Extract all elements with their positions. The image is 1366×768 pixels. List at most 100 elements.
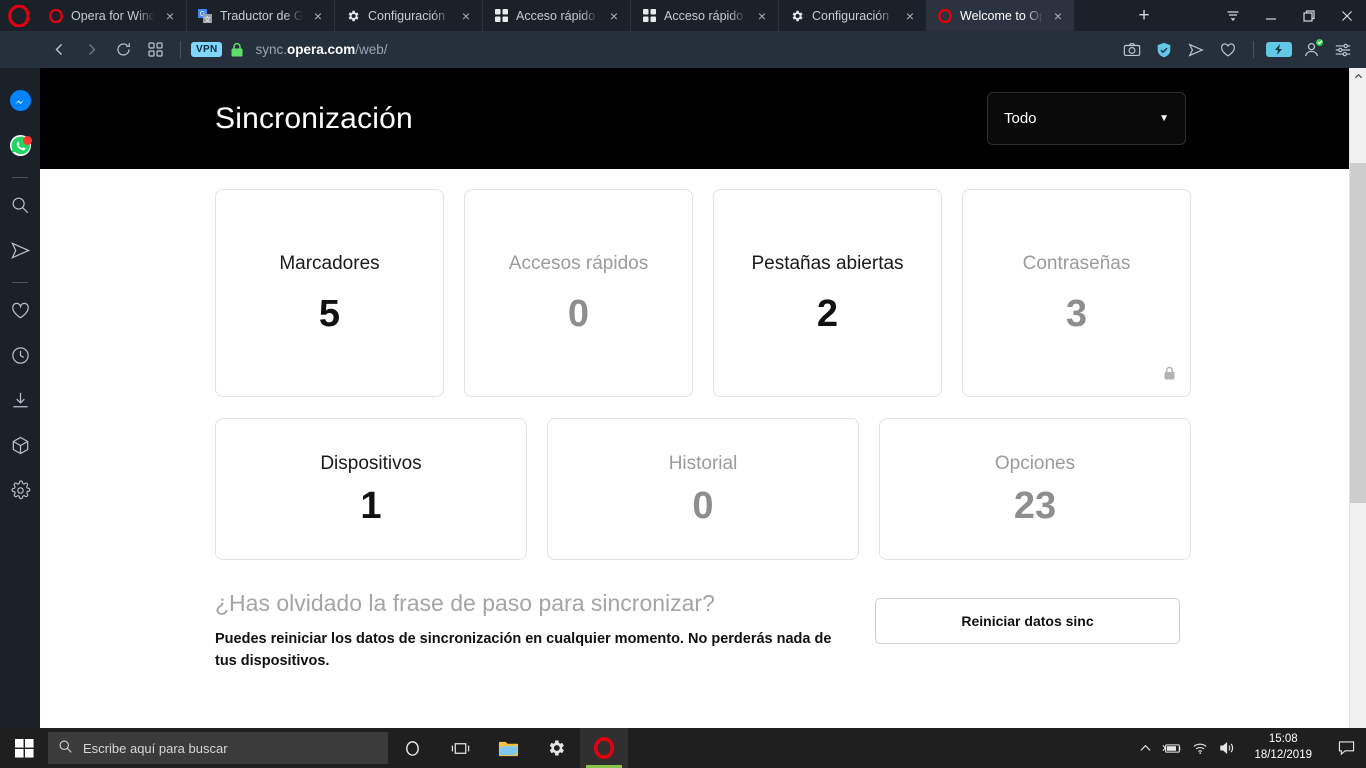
sidebar-item-downloads[interactable] [0,380,40,425]
address-bar-actions [1117,36,1358,64]
settings-gear-icon [10,479,31,506]
tab-title: Opera for Windows [71,8,155,23]
windows-taskbar: Escribe aquí para buscar 15:08 18/12/201… [0,728,1366,768]
page-title: Sincronización [215,101,413,135]
close-icon[interactable]: × [606,8,622,24]
volume-icon[interactable] [1219,741,1236,755]
close-icon[interactable]: × [162,8,178,24]
sidebar-item-whatsapp[interactable] [0,125,40,170]
extensions-cube-icon [10,435,31,461]
sidebar-item-messenger[interactable] [0,80,40,125]
sidebar-item-settings[interactable] [0,470,40,515]
window-controls [1214,0,1366,31]
tab-traductor-de-google[interactable]: G 文 Traductor de Google × [186,0,334,31]
card-value: 5 [318,293,341,336]
close-icon[interactable]: × [310,8,326,24]
card-value: 3 [1065,293,1088,336]
restore-icon[interactable] [1290,0,1328,31]
history-clock-icon [10,345,31,371]
tab-acceso-rapido-2[interactable]: Acceso rápido × [630,0,778,31]
tab-title: Welcome to Opera [960,8,1043,23]
profile-icon[interactable] [1296,36,1326,64]
sidebar-item-favorites[interactable] [0,290,40,335]
search-icon [10,195,30,220]
opera-browser-window: Opera for Windows × G 文 Traductor de Goo… [0,0,1366,768]
sidebar-item-extensions[interactable] [0,425,40,470]
tab-configuracion-2[interactable]: Configuración × [778,0,926,31]
forward-arrow-icon [76,36,106,64]
task-view-icon[interactable] [436,728,484,768]
close-icon[interactable]: × [1050,8,1066,24]
tab-configuracion-1[interactable]: Configuración × [334,0,482,31]
sidebar-item-history[interactable] [0,335,40,380]
divider [180,41,181,58]
settings-gear-icon[interactable] [532,728,580,768]
easy-setup-icon[interactable] [1328,36,1358,64]
reload-icon[interactable] [108,36,138,64]
card-historial[interactable]: Historial 0 [547,418,859,560]
show-hidden-icons-icon[interactable] [1139,742,1152,755]
taskbar-search-input[interactable]: Escribe aquí para buscar [48,732,388,764]
tab-opera-for-windows[interactable]: Opera for Windows × [38,0,186,31]
padlock-icon[interactable] [230,42,244,58]
battery-icon[interactable] [1162,742,1182,755]
svg-text:文: 文 [204,14,211,23]
sidebar-item-send[interactable] [0,230,40,275]
sync-filter-value: Todo [1004,110,1037,127]
file-explorer-icon[interactable] [484,728,532,768]
send-to-devices-icon[interactable] [1181,36,1211,64]
battery-saver-icon[interactable] [1264,36,1294,64]
tab-bar: Opera for Windows × G 文 Traductor de Goo… [0,0,1366,31]
reset-sync-section: ¿Has olvidado la frase de paso para sinc… [215,590,1191,673]
close-icon[interactable]: × [902,8,918,24]
minimize-icon[interactable] [1252,0,1290,31]
whatsapp-notification-badge [23,136,32,145]
card-contrasenas[interactable]: Contraseñas 3 [962,189,1191,397]
back-arrow-icon[interactable] [44,36,74,64]
sync-filter-select[interactable]: Todo ▼ [987,92,1186,145]
tab-list-icon[interactable] [1214,0,1252,31]
card-pestanas-abiertas[interactable]: Pestañas abiertas 2 [713,189,942,397]
heart-icon[interactable] [1213,36,1243,64]
reset-sync-text: ¿Has olvidado la frase de paso para sinc… [215,590,855,673]
close-icon[interactable] [1328,0,1366,31]
sync-page-header: Sincronización Todo ▼ [40,68,1366,169]
tab-title: Configuración [368,8,446,23]
tab-title: Configuración [812,8,890,23]
card-opciones[interactable]: Opciones 23 [879,418,1191,560]
ad-blocker-shield-icon[interactable] [1149,36,1179,64]
tab-acceso-rapido-1[interactable]: Acceso rápido × [482,0,630,31]
card-value: 0 [692,485,714,528]
snapshot-icon[interactable] [1117,36,1147,64]
card-label: Opciones [994,452,1076,474]
scrollbar-thumb[interactable] [1349,163,1366,503]
cortana-icon[interactable] [388,728,436,768]
url-text[interactable]: sync.opera.com/web/ [255,42,387,57]
heart-icon [10,300,31,326]
windows-start-icon[interactable] [0,728,48,768]
close-icon[interactable]: × [754,8,770,24]
card-accesos-rapidos[interactable]: Accesos rápidos 0 [464,189,693,397]
close-icon[interactable]: × [458,8,474,24]
taskbar-opera-icon[interactable] [580,728,628,768]
new-tab-button[interactable]: + [1127,0,1161,31]
card-dispositivos[interactable]: Dispositivos 1 [215,418,527,560]
card-label: Pestañas abiertas [751,252,904,274]
tab-welcome-to-opera[interactable]: Welcome to Opera × [926,0,1074,31]
search-icon [58,739,73,757]
taskbar-clock[interactable]: 15:08 18/12/2019 [1246,732,1320,763]
scrollbar-track[interactable] [1349,85,1366,751]
card-marcadores[interactable]: Marcadores 5 [215,189,444,397]
scroll-up-arrow-icon[interactable] [1350,68,1366,85]
tab-title: Traductor de Google [220,8,303,23]
reset-sync-button[interactable]: Reiniciar datos sinc [875,598,1180,644]
wifi-icon[interactable] [1192,741,1209,755]
opera-logo-icon[interactable] [0,0,38,31]
messenger-icon [9,89,32,117]
speed-dial-icon[interactable] [140,36,170,64]
gear-icon [789,8,805,24]
notifications-icon[interactable] [1330,728,1362,768]
page-scrollbar[interactable] [1349,68,1366,768]
sidebar-item-search[interactable] [0,185,40,230]
vpn-badge[interactable]: VPN [191,42,223,57]
